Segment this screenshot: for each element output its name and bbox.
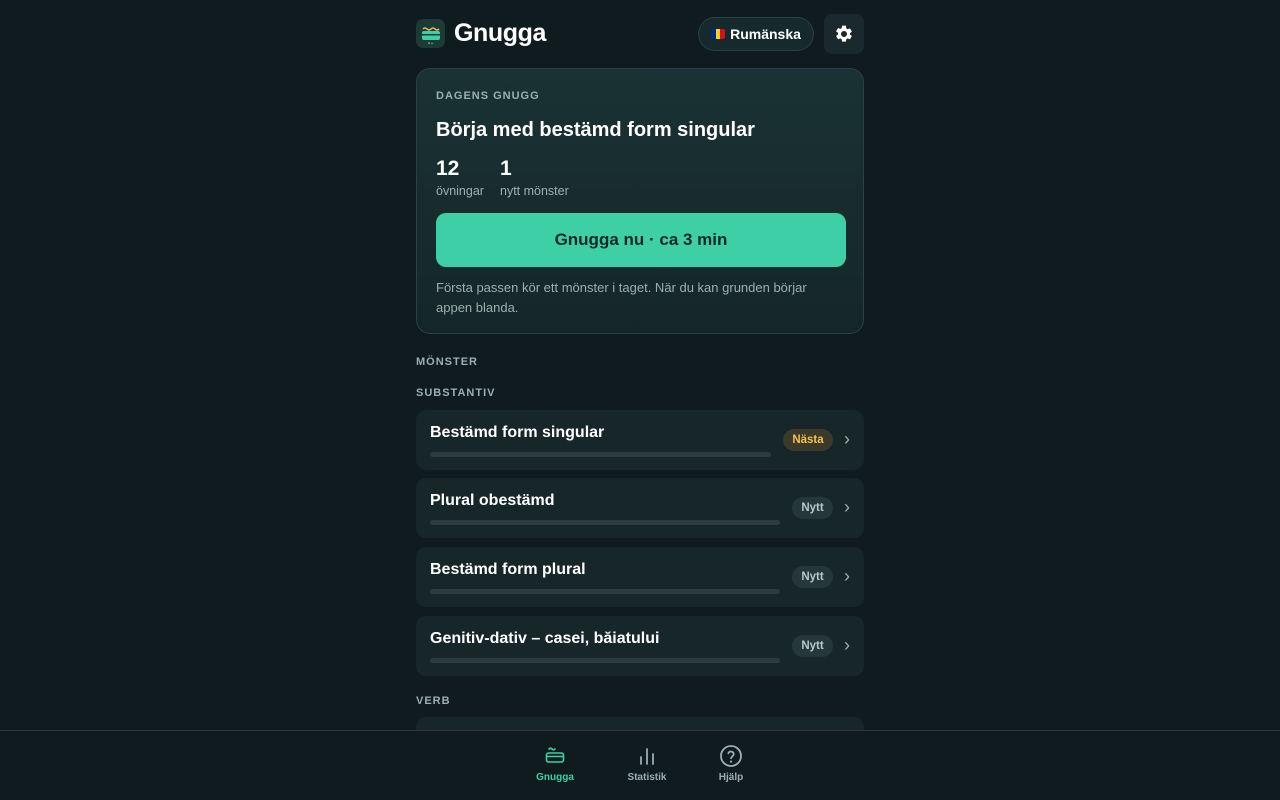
app-title: Gnugga xyxy=(454,19,547,47)
pattern-progress-bar xyxy=(430,520,780,525)
chevron-right-icon: › xyxy=(844,497,850,517)
bottom-navigation: Gnugga Statistik Hjälp xyxy=(0,730,1280,800)
pattern-name: Bestämd form singular xyxy=(430,424,605,441)
pattern-name: Plural obestämd xyxy=(430,492,555,509)
settings-button[interactable] xyxy=(824,14,864,54)
pattern-progress-bar xyxy=(430,589,780,594)
pattern-item[interactable]: Bestämd form singular Nästa › xyxy=(416,410,864,470)
pattern-item-partially-visible[interactable] xyxy=(416,717,864,730)
stat-value: 1 xyxy=(500,157,512,180)
nav-item-gnugga[interactable]: Gnugga xyxy=(525,744,585,783)
stat-label: nytt mönster xyxy=(500,184,569,198)
stat-label: övningar xyxy=(436,184,484,198)
gear-icon xyxy=(836,25,852,42)
romania-flag-icon xyxy=(711,29,726,39)
help-icon xyxy=(719,744,743,768)
nav-label: Hjälp xyxy=(718,772,744,783)
nav-label: Gnugga xyxy=(536,772,574,783)
gnugga-icon xyxy=(543,744,567,768)
daily-session-title: Börja med bestämd form singular xyxy=(436,119,755,141)
pattern-item[interactable]: Bestämd form plural Nytt › xyxy=(416,547,864,607)
pattern-progress-bar xyxy=(430,658,780,663)
app-header: Gnugga Rumänska xyxy=(416,0,864,68)
content-column: Gnugga Rumänska DAGENS GNUGG Börja med b… xyxy=(416,0,864,730)
pattern-name: Bestämd form plural xyxy=(430,561,586,578)
chevron-right-icon: › xyxy=(844,429,850,449)
nav-item-hjalp[interactable]: Hjälp xyxy=(701,744,761,783)
pattern-progress-bar xyxy=(430,452,771,457)
new-pattern-stat: 1 nytt mönster xyxy=(500,157,569,198)
language-label: Rumänska xyxy=(730,26,801,42)
session-note: Första passen kör ett mönster i taget. N… xyxy=(436,280,807,315)
main-scroll-area[interactable]: Gnugga Rumänska DAGENS GNUGG Börja med b… xyxy=(0,0,1280,730)
stat-value: 12 xyxy=(436,157,460,180)
flag-stripe-red xyxy=(720,29,726,39)
status-badge: Nästa xyxy=(783,429,833,451)
group-label-verbs: VERB xyxy=(416,695,451,707)
start-session-button[interactable]: Gnugga nu · ca 3 min xyxy=(436,213,846,267)
app-logo xyxy=(416,19,445,48)
group-label-nouns: SUBSTANTIV xyxy=(416,387,496,399)
patterns-heading: MÖNSTER xyxy=(416,356,478,368)
status-badge: Nytt xyxy=(792,566,833,588)
daily-session-kicker: DAGENS GNUGG xyxy=(436,90,540,102)
exercise-count-stat: 12 övningar xyxy=(436,157,484,198)
pattern-name: Genitiv-dativ – casei, băiatului xyxy=(430,630,660,647)
pattern-item[interactable]: Plural obestämd Nytt › xyxy=(416,478,864,538)
status-badge: Nytt xyxy=(792,497,833,519)
pattern-item[interactable]: Genitiv-dativ – casei, băiatului Nytt › xyxy=(416,616,864,676)
chevron-right-icon: › xyxy=(844,566,850,586)
language-selector-button[interactable]: Rumänska xyxy=(698,17,814,51)
sponge-logo-icon xyxy=(421,26,440,44)
nav-label: Statistik xyxy=(627,772,667,783)
bar-chart-icon xyxy=(635,744,659,768)
chevron-right-icon: › xyxy=(844,635,850,655)
daily-session-card: DAGENS GNUGG Börja med bestämd form sing… xyxy=(416,68,864,334)
status-badge: Nytt xyxy=(792,635,833,657)
nav-item-statistik[interactable]: Statistik xyxy=(617,744,677,783)
